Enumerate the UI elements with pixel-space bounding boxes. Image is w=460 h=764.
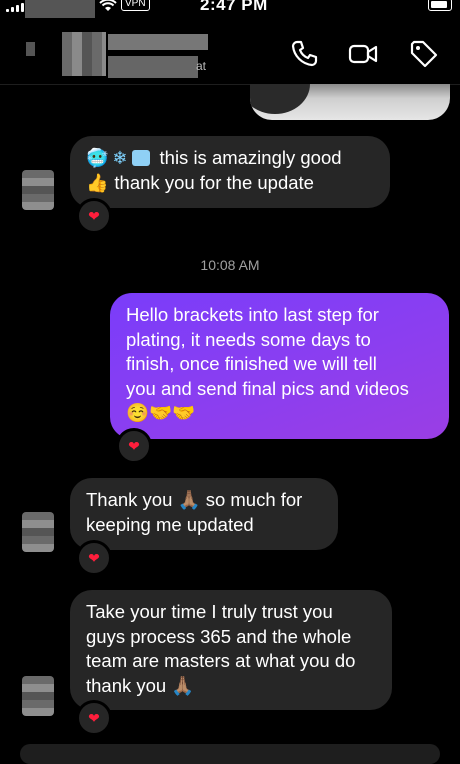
heart-icon: ❤ xyxy=(128,437,140,454)
ice-cube-icon xyxy=(131,150,150,167)
signal-strength-icon xyxy=(6,2,24,12)
message-line: you and send final pics and videos xyxy=(126,377,409,399)
heart-icon: ❤ xyxy=(88,709,100,726)
heart-reaction[interactable]: ❤ xyxy=(116,428,152,464)
message-line: 🥶 ❄ this is amazingly good xyxy=(86,146,374,171)
shared-photo-thumbnail[interactable] xyxy=(250,84,450,120)
heart-reaction[interactable]: ❤ xyxy=(76,540,112,576)
wifi-icon xyxy=(99,0,117,11)
thumbs-up-icon: 👍 xyxy=(86,172,109,193)
snowflake-icon: ❄ xyxy=(112,148,128,168)
message-bubble-received[interactable]: Take your time I truly trust you guys pr… xyxy=(70,590,392,710)
emoji-line: ☺️🤝🤝 xyxy=(126,402,196,423)
heart-icon: ❤ xyxy=(88,207,100,224)
message-text: this is amazingly good xyxy=(159,147,342,168)
message-bubble-received[interactable]: 🥶 ❄ this is amazingly good 👍 thank you f… xyxy=(70,136,390,208)
sender-avatar[interactable] xyxy=(22,676,54,716)
message-line: plating, it needs some days to xyxy=(126,328,371,350)
message-composer[interactable] xyxy=(20,744,440,764)
vpn-badge: VPN xyxy=(121,0,150,11)
message-bubble-received[interactable]: Thank you 🙏🏽 so much for keeping me upda… xyxy=(70,478,338,550)
back-icon[interactable] xyxy=(20,36,40,67)
message-line: keeping me updated xyxy=(86,513,254,535)
carrier-blur xyxy=(25,0,95,18)
chat-header: at xyxy=(0,22,460,85)
message-line: Hello brackets into last step for xyxy=(126,304,379,325)
video-camera-icon[interactable] xyxy=(347,38,379,70)
tag-icon[interactable] xyxy=(408,38,440,70)
cold-face-icon: 🥶 xyxy=(86,148,109,168)
status-time: 2:47 PM xyxy=(200,0,268,14)
message-line: thank you 🙏🏽 xyxy=(86,674,195,696)
message-line: team are masters at what you do xyxy=(86,650,356,671)
message-line: Thank you 🙏🏽 so much for xyxy=(86,489,303,510)
battery-icon xyxy=(428,0,452,11)
message-timestamp: 10:08 AM xyxy=(200,257,260,273)
contact-subtitle-blur xyxy=(108,56,198,78)
sender-avatar[interactable] xyxy=(22,512,54,552)
heart-reaction[interactable]: ❤ xyxy=(76,198,112,234)
message-line: finish, once finished we will tell xyxy=(126,353,377,374)
heart-reaction[interactable]: ❤ xyxy=(76,700,112,736)
message-line: 👍 thank you for the update xyxy=(86,171,374,196)
message-line: guys process 365 and the whole xyxy=(86,625,352,647)
sender-avatar[interactable] xyxy=(22,170,54,210)
phone-icon[interactable] xyxy=(288,38,320,70)
message-text: thank you for the update xyxy=(114,171,314,193)
contact-avatar[interactable] xyxy=(62,32,106,76)
contact-name-blur[interactable] xyxy=(108,34,208,50)
message-line: Take your time I truly trust you xyxy=(86,601,333,622)
heart-icon: ❤ xyxy=(88,549,100,566)
contact-subtitle-fragment: at xyxy=(196,59,207,73)
message-bubble-sent[interactable]: Hello brackets into last step for platin… xyxy=(110,293,449,439)
status-bar: VPN 2:47 PM xyxy=(0,0,460,22)
